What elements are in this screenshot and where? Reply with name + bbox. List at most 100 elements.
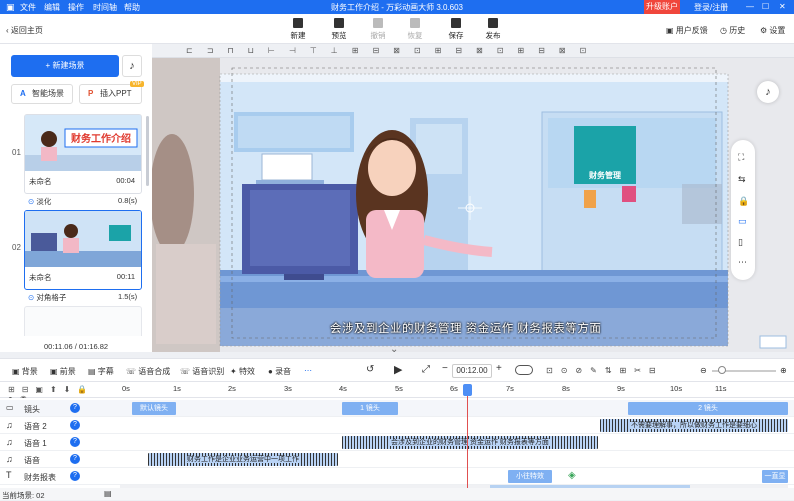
history-button[interactable]: ◷ 历史 xyxy=(720,25,745,36)
ruler-tick: 3s xyxy=(284,384,292,393)
toggle-switch[interactable] xyxy=(515,365,533,375)
main-toolbar: ‹ 返回主页 新建 预览 撤销 恢复 保存 发布 ▣ 用户反馈 ◷ 历史 ⚙ 设… xyxy=(0,14,794,44)
effects-button[interactable]: ✦ 特效 xyxy=(230,366,255,377)
background-label: 背景 xyxy=(21,367,38,376)
subtitle-button[interactable]: ▤ 字幕 xyxy=(88,366,114,377)
tts-button[interactable]: ☏ 语音合成 xyxy=(126,366,170,377)
help-icon[interactable]: ? xyxy=(70,454,80,464)
more-options-icon[interactable]: ⋯ xyxy=(304,366,312,375)
clip-always-show[interactable]: 一直显 xyxy=(762,470,788,483)
clip-camera-1[interactable]: 1 镜头 xyxy=(342,402,398,415)
timecode-input[interactable]: 00:12.00 xyxy=(452,364,492,378)
help-icon[interactable]: ? xyxy=(70,420,80,430)
scene-card-1[interactable]: 财务工作介绍 未命名 00:04 xyxy=(24,114,142,194)
fit-screen-icon[interactable]: ⛶ xyxy=(738,152,744,163)
lock-icon[interactable]: 🔒 xyxy=(738,196,749,207)
page-icon[interactable]: ▤ xyxy=(104,489,112,498)
clip-default-camera[interactable]: 默认镜头 xyxy=(132,402,176,415)
reset-icon[interactable]: ↺ xyxy=(366,364,374,375)
track-row-voice-1[interactable]: ♫ 语音 1 ? 会涉及到企业的财务管理 资金运作 财务报表等方面 xyxy=(0,434,794,451)
timeline-toolbar: ▣ 背景 ▣ 前景 ▤ 字幕 ☏ 语音合成 ☏ 语音识别 ✦ 特效 ● 录音 ⋯… xyxy=(0,358,794,382)
scene-card-2[interactable]: 未命名 00:11 xyxy=(24,210,142,290)
close-icon[interactable]: ✕ xyxy=(779,2,786,11)
scene-card-3[interactable] xyxy=(24,306,142,336)
background-button[interactable]: ▣ 背景 xyxy=(12,366,38,377)
scene-2-illustration xyxy=(25,211,141,267)
minimize-icon[interactable]: — xyxy=(746,2,754,11)
plus-icon[interactable]: + xyxy=(496,363,502,374)
settings-button[interactable]: ⚙ 设置 xyxy=(760,25,785,36)
scene-duration: 00:11 xyxy=(116,272,135,281)
ruler-tick: 11s xyxy=(715,384,727,393)
playhead-handle[interactable] xyxy=(463,384,472,396)
minus-icon[interactable]: − xyxy=(442,363,448,374)
playhead[interactable] xyxy=(467,385,468,490)
music-note-icon[interactable]: ♪ xyxy=(122,55,142,77)
redo-label: 恢复 xyxy=(407,31,423,40)
monitor-icon[interactable]: ▭ xyxy=(738,216,747,227)
feedback-button[interactable]: ▣ 用户反馈 xyxy=(666,25,708,36)
flip-icon[interactable]: ⇆ xyxy=(738,174,746,185)
more-icon[interactable]: ⋯ xyxy=(738,257,747,268)
new-icon xyxy=(293,18,303,28)
ruler-tick: 6s xyxy=(450,384,458,393)
time-ruler[interactable]: 0s 1s 2s 3s 4s 5s 6s 7s 8s 9s 10s 11s xyxy=(118,382,794,398)
play-button[interactable]: ▶ xyxy=(394,363,402,376)
help-icon[interactable]: ? xyxy=(70,403,80,413)
clip-effect[interactable]: 小往特效 xyxy=(508,470,552,483)
transition-duration: 0.8(s) xyxy=(118,196,138,205)
status-bar: 当前场景: 02 ▤ xyxy=(0,488,794,500)
collapse-chevron-icon[interactable]: ⌄ xyxy=(390,344,398,352)
mobile-icon[interactable]: ▯ xyxy=(738,237,743,248)
login-button[interactable]: 登录/注册 xyxy=(694,2,728,13)
save-button[interactable]: 保存 xyxy=(443,18,469,41)
keyframe-diamond-icon[interactable]: ◈ xyxy=(568,470,576,481)
canvas-area[interactable]: ⊏⊐⊓⊔⊢⊣⊤⊥⊞⊟⊠⊡⊞⊟⊠⊡⊞⊟⊠⊡ 财务管理 ⌄ xyxy=(152,44,794,352)
expand-icon[interactable]: ⤢ xyxy=(422,364,430,375)
zoom-out-icon[interactable]: ⊖ xyxy=(700,366,707,375)
foreground-button[interactable]: ▣ 前景 xyxy=(50,366,76,377)
stage-illustration: 财务管理 xyxy=(152,58,787,352)
publish-button[interactable]: 发布 xyxy=(480,18,506,41)
maximize-icon[interactable]: ☐ xyxy=(762,2,769,11)
transition-1[interactable]: ⊙ 淡化 xyxy=(28,196,51,207)
track-row-financial-report[interactable]: T 财务报表 ? 小往特效 ◈ 一直显 xyxy=(0,468,794,485)
scene-list-scrollbar[interactable] xyxy=(146,116,149,186)
redo-button[interactable]: 恢复 xyxy=(402,18,428,41)
track-row-voice-2[interactable]: ♫ 语音 2 ? 不需要理解事，所以做财务工作是要细心 xyxy=(0,417,794,434)
back-home-button[interactable]: ‹ 返回主页 xyxy=(6,25,43,36)
smart-scene-button[interactable]: A 智能场景 xyxy=(11,84,73,104)
insert-ppt-button[interactable]: P 插入PPT xyxy=(79,84,142,104)
clip-camera-2[interactable]: 2 镜头 xyxy=(628,402,788,415)
transition-duration: 1.5(s) xyxy=(118,292,138,301)
zoom-in-icon[interactable]: ⊕ xyxy=(780,366,787,375)
transition-2[interactable]: ⊙ 对角格子 xyxy=(28,292,66,303)
clip-voice-2[interactable]: 不需要理解事，所以做财务工作是要细心 xyxy=(600,419,788,432)
zoom-slider-handle[interactable] xyxy=(718,366,726,374)
undo-button[interactable]: 撤销 xyxy=(365,18,391,41)
new-scene-button[interactable]: + 新建场景 xyxy=(11,55,119,77)
record-button[interactable]: ● 录音 xyxy=(268,366,291,377)
speech-recognition-button[interactable]: ☏ 语音识别 xyxy=(180,366,224,377)
ruler-tick: 10s xyxy=(670,384,683,393)
preview-button[interactable]: 预览 xyxy=(326,18,352,41)
ruler-tick: 7s xyxy=(506,384,514,393)
settings-label: 设置 xyxy=(769,26,786,35)
scene-number: 02 xyxy=(12,243,21,252)
new-button[interactable]: 新建 xyxy=(285,18,311,41)
track-row-voice[interactable]: ♫ 语音 ? 财务工作是企业业务运营中一项工作 xyxy=(0,451,794,468)
canvas-subtitle[interactable]: 会涉及到企业的财务管理 资金运作 财务报表等方面 xyxy=(330,320,601,336)
upgrade-button[interactable]: 升级账户 xyxy=(644,0,680,14)
clip-voice-2-text: 不需要理解事，所以做财务工作是要细心 xyxy=(629,422,759,429)
redo-icon xyxy=(410,18,420,28)
music-float-icon[interactable]: ♪ xyxy=(757,81,779,103)
clip-voice[interactable]: 财务工作是企业业务运营中一项工作 xyxy=(148,453,338,466)
transition-name: 对角格子 xyxy=(36,293,67,302)
help-icon[interactable]: ? xyxy=(70,471,80,481)
help-icon[interactable]: ? xyxy=(70,437,80,447)
preview-label: 预览 xyxy=(331,31,347,40)
track-row-camera[interactable]: ▭ 镜头 ? 默认镜头 1 镜头 2 镜头 xyxy=(0,400,794,417)
timeline-tools-icons[interactable]: ⊡⊙⊘✎⇅⊞✂⊟ xyxy=(546,366,664,375)
clip-voice-1[interactable]: 会涉及到企业的财务管理 资金运作 财务报表等方面 xyxy=(342,436,598,449)
scene-name: 未命名 xyxy=(29,177,52,186)
